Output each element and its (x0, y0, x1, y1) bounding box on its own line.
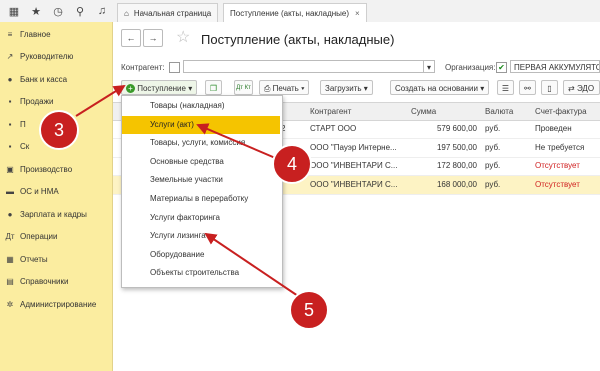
callout-4: 4 (272, 144, 312, 184)
callout-5: 5 (289, 290, 329, 330)
arrow-3 (75, 84, 126, 117)
callout-3: 3 (39, 110, 79, 150)
arrow-4 (196, 123, 281, 161)
arrow-5 (204, 232, 302, 299)
